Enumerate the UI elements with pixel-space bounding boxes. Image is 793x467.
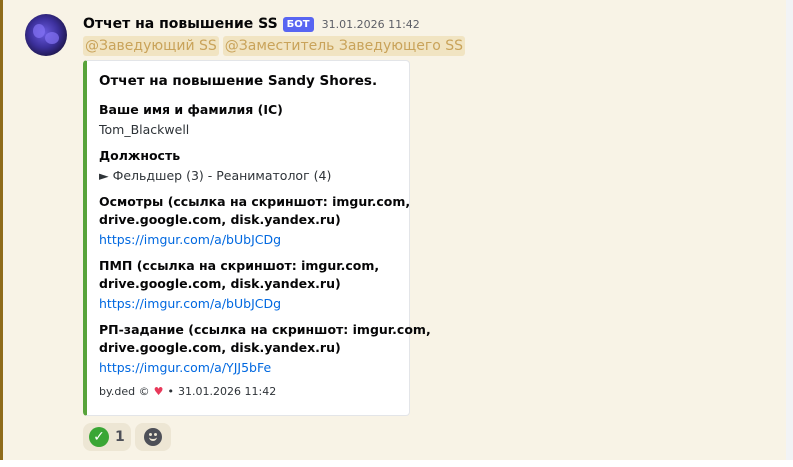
bot-tag: БОТ (282, 16, 314, 32)
message-header: Отчет на повышение SS БОТ 31.01.2026 11:… (83, 14, 420, 34)
mention-role[interactable]: @Заведующий SS (83, 36, 219, 56)
check-mark-icon: ✓ (89, 427, 109, 447)
field-value: Tom_Blackwell (99, 122, 190, 137)
field-link[interactable]: https://imgur.com/a/bUbJCDg (99, 230, 281, 249)
mention-role[interactable]: @Заместитель Заведующего SS (222, 36, 465, 56)
footer-separator: • (167, 385, 175, 398)
field-name: drive.google.com, disk.yandex.ru) (99, 276, 341, 291)
message-container: Отчет на повышение SS БОТ 31.01.2026 11:… (0, 0, 793, 460)
field-link[interactable]: https://imgur.com/a/YJJ5bFe (99, 358, 271, 377)
embed: Отчет на повышение Sandy Shores. Ваше им… (83, 60, 431, 416)
avatar-detail (33, 24, 45, 38)
heart-icon: ♥ (153, 385, 164, 398)
field-name: РП-задание (ссылка на скриншот: imgur.co… (99, 322, 431, 337)
avatar[interactable] (25, 14, 67, 56)
scrollbar-track (786, 0, 793, 460)
reactions: ✓ 1 (83, 423, 171, 451)
footer-text: by.ded © (99, 385, 150, 398)
embed-footer: by.ded © ♥ • 31.01.2026 11:42 (99, 385, 276, 398)
message-timestamp: 31.01.2026 11:42 (321, 17, 420, 31)
field-name: drive.google.com, disk.yandex.ru) (99, 340, 341, 355)
footer-timestamp: 31.01.2026 11:42 (178, 385, 277, 398)
field-name: Ваше имя и фамилия (IC) (99, 102, 283, 117)
embed-title: Отчет на повышение Sandy Shores. (99, 73, 378, 89)
field-link[interactable]: https://imgur.com/a/bUbJCDg (99, 294, 281, 313)
reaction-count: 1 (115, 429, 125, 445)
reaction-check[interactable]: ✓ 1 (83, 423, 131, 451)
field-name: ПМП (ссылка на скриншот: imgur.com, (99, 258, 380, 273)
smile-icon (143, 428, 162, 446)
username[interactable]: Отчет на повышение SS (83, 16, 278, 32)
bottom-divider (0, 460, 793, 467)
field-name: drive.google.com, disk.yandex.ru) (99, 212, 341, 227)
add-reaction-button[interactable] (134, 423, 171, 451)
avatar-detail (45, 32, 59, 44)
field-name: Осмотры (ссылка на скриншот: imgur.com, (99, 194, 411, 209)
field-value: ► Фельдшер (3) - Реаниматолог (4) (99, 168, 332, 183)
mentions: @Заведующий SS @Заместитель Заведующего … (83, 36, 465, 56)
field-name: Должность (99, 148, 181, 163)
